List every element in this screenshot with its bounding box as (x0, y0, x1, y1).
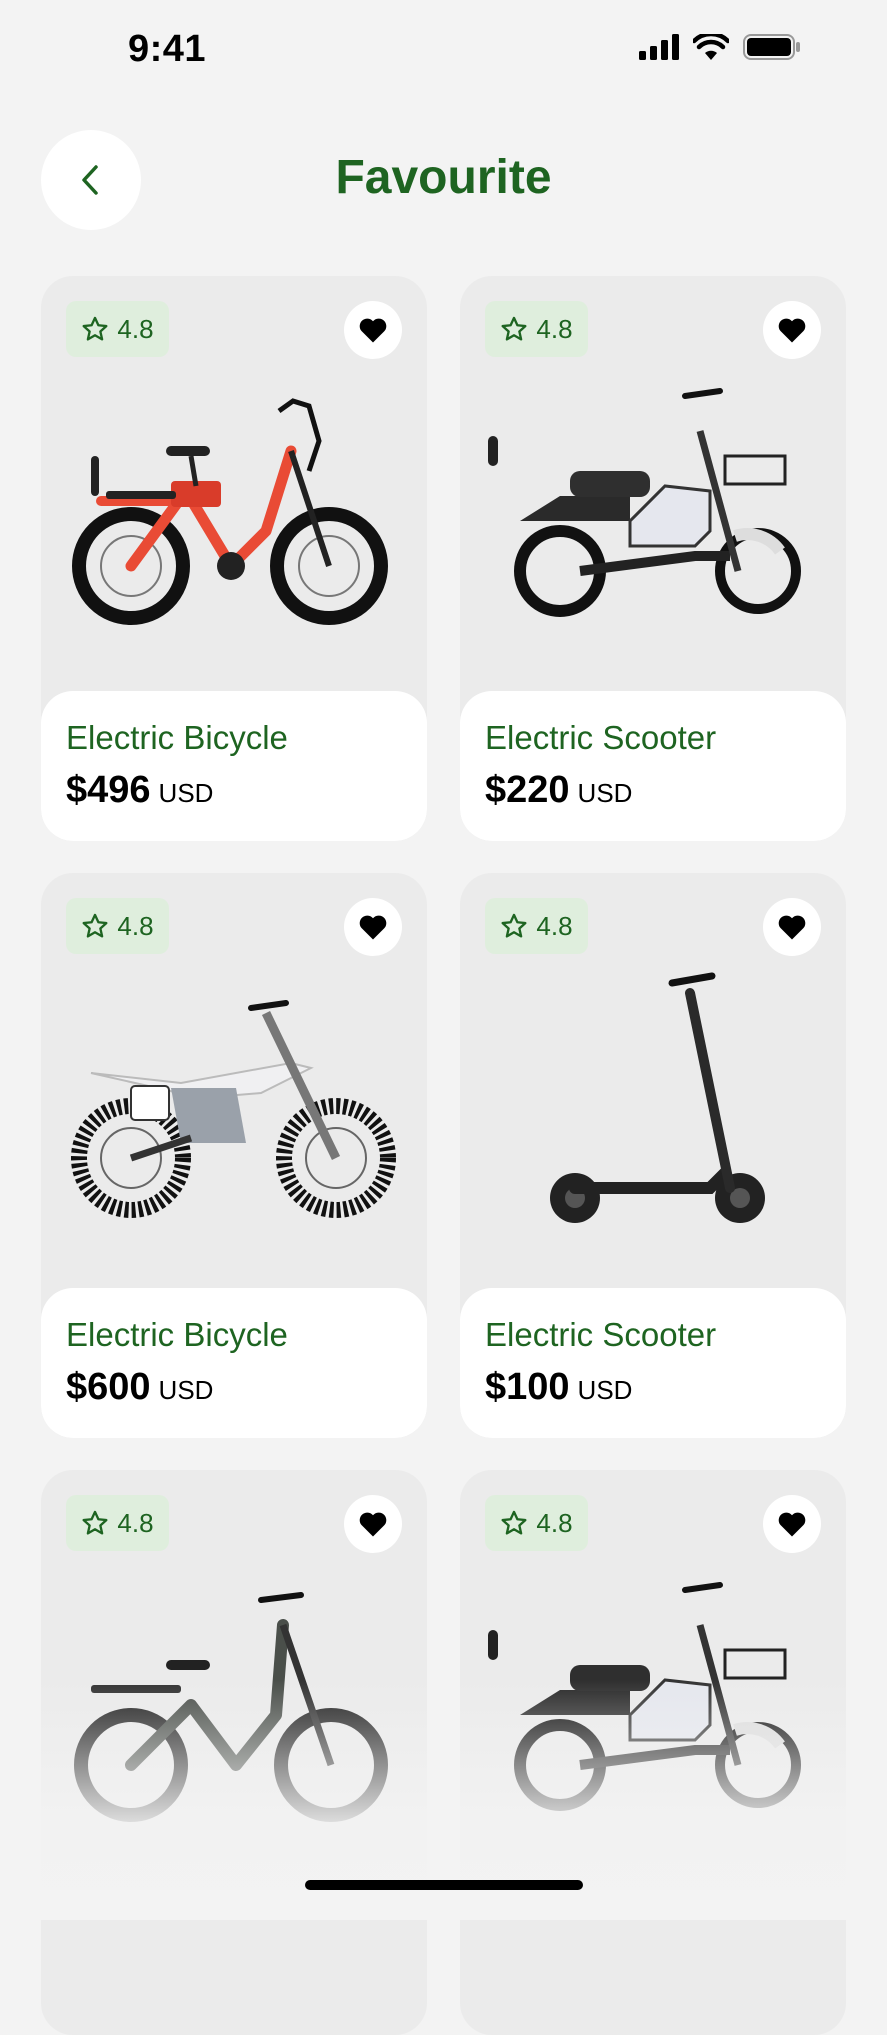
rating-value: 4.8 (117, 1507, 154, 1538)
electric-dirt-bike-image (71, 1000, 396, 1218)
signal-icon (639, 34, 679, 60)
rating-value: 4.8 (536, 910, 573, 941)
rating-value: 4.8 (117, 910, 154, 941)
electric-bicycle-red-image (72, 398, 388, 625)
product-info: Electric Scooter $100 USD (460, 1288, 846, 1438)
product-info: Electric Bicycle $496 USD (41, 691, 427, 841)
product-info: Electric Bicycle $600 USD (41, 1288, 427, 1438)
favourite-button[interactable] (763, 301, 821, 359)
rating-badge: 4.8 (485, 301, 588, 357)
heart-icon (778, 318, 806, 343)
product-info: Electric Scooter $220 USD (460, 691, 846, 841)
product-name: Electric Scooter (485, 1316, 717, 1353)
price-currency: USD (577, 778, 633, 808)
product-price: $100 USD (485, 1366, 632, 1409)
electric-moped-white-image (488, 388, 801, 617)
favourite-button[interactable] (344, 898, 402, 956)
price-value: $220 (485, 769, 570, 811)
product-card[interactable]: 4.8 Electric Scooter $100 USD (460, 873, 846, 1438)
product-name: Electric Bicycle (66, 719, 288, 756)
product-price: $600 USD (66, 1366, 213, 1409)
rating-value: 4.8 (536, 313, 573, 344)
status-icons (639, 34, 801, 60)
price-currency: USD (158, 1375, 214, 1405)
star-icon (501, 316, 527, 341)
rating-badge: 4.8 (485, 898, 588, 954)
price-currency: USD (158, 778, 214, 808)
heart-icon (778, 1512, 806, 1537)
wifi-icon (693, 34, 729, 60)
heart-icon (359, 318, 387, 343)
kick-scooter-image (550, 972, 765, 1223)
favourite-button[interactable] (763, 1495, 821, 1553)
page-title: Favourite (335, 151, 552, 204)
rating-badge: 4.8 (66, 1495, 169, 1551)
rating-badge: 4.8 (485, 1495, 588, 1551)
product-price: $220 USD (485, 769, 632, 812)
heart-icon (778, 915, 806, 940)
star-icon (82, 913, 108, 938)
star-icon (501, 913, 527, 938)
rating-value: 4.8 (117, 313, 154, 344)
price-value: $600 (66, 1366, 151, 1408)
price-value: $100 (485, 1366, 570, 1408)
star-icon (82, 316, 108, 341)
battery-icon (743, 34, 800, 60)
star-icon (82, 1510, 108, 1535)
rating-badge: 4.8 (66, 898, 169, 954)
price-currency: USD (577, 1375, 633, 1405)
product-card[interactable]: 4.8 Electric Bicycle $496 USD (41, 276, 427, 841)
status-bar: 9:41 (0, 0, 887, 100)
rating-value: 4.8 (536, 1507, 573, 1538)
product-card[interactable]: 4.8 Electric Bicycle $600 USD (41, 873, 427, 1438)
rating-badge: 4.8 (66, 301, 169, 357)
favourite-button[interactable] (344, 1495, 402, 1553)
favourite-button[interactable] (763, 898, 821, 956)
heart-icon (359, 1512, 387, 1537)
price-value: $496 (66, 769, 151, 811)
home-indicator[interactable] (305, 1880, 583, 1890)
heart-icon (359, 915, 387, 940)
product-name: Electric Scooter (485, 719, 717, 756)
star-icon (501, 1510, 527, 1535)
product-price: $496 USD (66, 769, 213, 812)
status-time: 9:41 (128, 28, 207, 70)
product-card[interactable]: 4.8 Electric Scooter $220 USD (460, 276, 846, 841)
favourite-button[interactable] (344, 301, 402, 359)
product-name: Electric Bicycle (66, 1316, 288, 1353)
